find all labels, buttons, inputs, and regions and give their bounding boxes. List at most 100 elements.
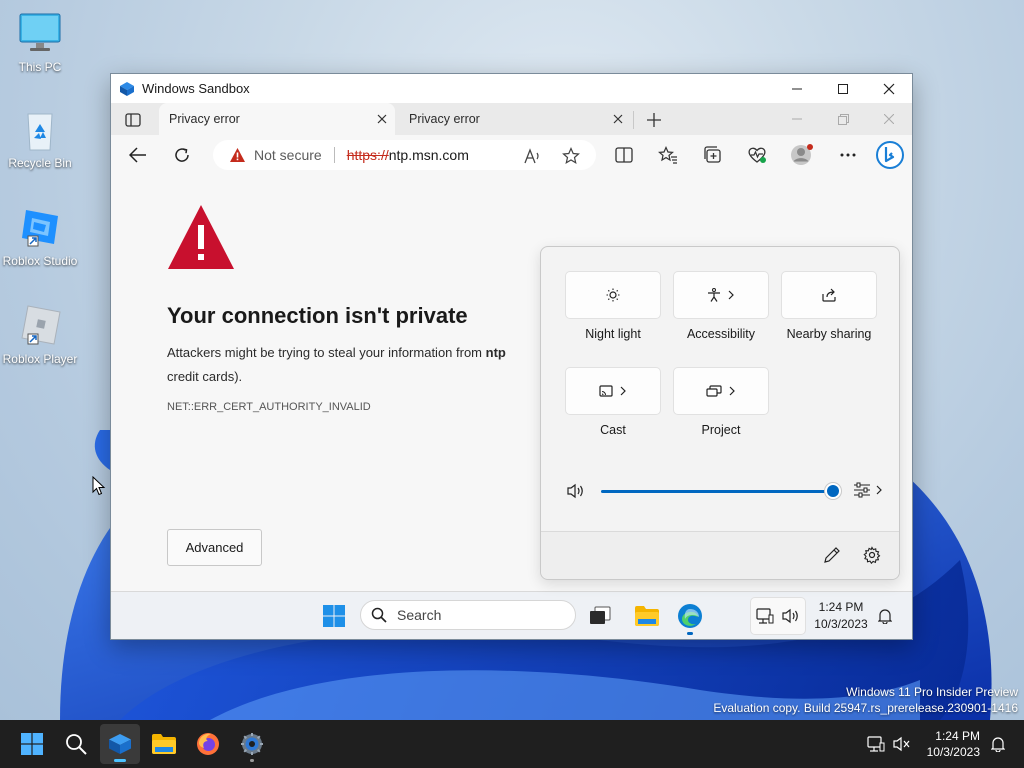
desktop-icon-this-pc[interactable]: This PC [0,10,80,74]
search-icon [371,607,387,623]
host-settings-button[interactable] [232,724,272,764]
close-icon [883,83,895,94]
all-settings-button[interactable] [863,546,883,566]
settings-and-more-button[interactable] [833,141,863,169]
host-firefox-button[interactable] [188,724,228,764]
profile-button[interactable] [787,141,817,169]
host-taskbar: 1:24 PM 10/3/2023 [0,720,1024,768]
tile-night-light[interactable]: Night light [565,271,661,341]
volume-slider-thumb[interactable] [827,485,839,497]
bell-icon [878,609,892,624]
desktop-icon-label: Recycle Bin [8,156,72,170]
security-status[interactable]: Not secure [254,147,322,163]
chevron-right-icon [729,386,735,396]
host-sandbox-button[interactable] [100,724,140,764]
browser-close-button[interactable] [866,107,912,131]
clock-date: 10/3/2023 [814,617,868,631]
tile-cast[interactable]: Cast [565,367,661,437]
clock-time: 1:24 PM [935,729,980,743]
desktop-icon-recycle-bin[interactable]: Recycle Bin [0,106,80,170]
mouse-cursor-icon [92,476,106,496]
address-bar[interactable]: Not secure https:// ntp.msn.com [213,140,596,170]
bing-copilot-button[interactable] [873,139,907,171]
running-indicator [114,759,126,762]
sandbox-title: Windows Sandbox [142,81,250,96]
desktop-icon-label: Roblox Player [2,352,78,366]
new-tab-button[interactable] [641,107,667,133]
quick-settings-footer [541,531,899,579]
error-title: Your connection isn't private [167,303,468,328]
tab-privacy-error-1[interactable]: Privacy error [159,103,395,135]
volume-icon[interactable] [567,483,585,499]
error-host-bold: ntp [485,345,506,360]
tile-nearby-sharing[interactable]: Nearby sharing [781,271,877,341]
sandbox-title-bar[interactable]: Windows Sandbox [111,74,912,103]
notifications-button[interactable] [869,600,901,632]
arrow-left-icon [129,147,146,163]
host-clock[interactable]: 1:24 PM 10/3/2023 [927,728,980,760]
search-icon [66,734,87,755]
maximize-icon [838,83,848,94]
edge-taskbar-button[interactable] [674,600,706,635]
url-scheme: https:// [346,147,389,163]
split-screen-button[interactable] [609,141,639,169]
desktop: This PC Recycle Bin Roblox Studio Roblox… [0,0,1024,720]
folder-icon [152,734,176,754]
host-notifications-button[interactable] [980,724,1016,764]
host-file-explorer-button[interactable] [144,724,184,764]
bell-icon [991,737,1005,752]
file-explorer-button[interactable] [631,600,663,632]
bing-icon [876,141,904,169]
evaluation-watermark: Windows 11 Pro Insider Preview Evaluatio… [713,684,1018,716]
favorites-icon [658,146,677,164]
host-search-button[interactable] [56,724,96,764]
error-description-text: Attackers might be trying to steal your … [167,345,486,360]
close-button[interactable] [866,74,912,103]
tab-actions-icon[interactable] [123,110,143,130]
read-aloud-button[interactable] [521,146,545,166]
volume-slider-track[interactable] [601,490,833,493]
tab-close-button[interactable] [369,106,395,132]
host-start-button[interactable] [12,724,52,764]
browser-toolbar: Not secure https:// ntp.msn.com [111,135,912,175]
share-icon [822,288,836,302]
tab-close-button[interactable] [605,106,631,132]
refresh-button[interactable] [167,141,197,169]
browser-restore-button[interactable] [820,107,866,131]
chevron-right-icon [728,290,734,300]
sandbox-clock[interactable]: 1:24 PM 10/3/2023 [811,599,871,633]
favorite-button[interactable] [559,146,583,166]
firefox-icon [197,733,219,755]
network-volume-tray[interactable] [750,597,806,635]
minimize-button[interactable] [774,74,820,103]
tab-strip: Privacy error Privacy error [111,103,912,135]
task-view-button[interactable] [584,600,616,632]
browser-minimize-button[interactable] [774,107,820,131]
advanced-button[interactable]: Advanced [167,529,262,566]
edit-quick-settings-button[interactable] [823,546,843,566]
task-view-icon [590,606,611,624]
collections-button[interactable] [698,141,728,169]
start-button[interactable] [318,600,350,632]
back-button[interactable] [123,141,153,169]
favorites-button[interactable] [653,141,683,169]
host-volume-button[interactable] [884,724,920,764]
tab-privacy-error-2[interactable]: Privacy error [399,103,631,135]
tile-project[interactable]: Project [673,367,769,437]
search-placeholder: Search [397,607,442,623]
volume-icon [782,608,798,624]
taskbar-search[interactable]: Search [360,600,576,630]
avatar-icon [791,144,813,165]
recycle-bin-icon [16,106,64,154]
maximize-button[interactable] [820,74,866,103]
error-code[interactable]: NET::ERR_CERT_AUTHORITY_INVALID [167,401,371,413]
browser-essentials-button[interactable] [742,141,772,169]
audio-output-button[interactable] [853,482,883,498]
tile-accessibility[interactable]: Accessibility [673,271,769,341]
sandbox-icon [120,81,134,96]
warning-icon [230,148,245,162]
desktop-icon-roblox-player[interactable]: Roblox Player [0,302,80,366]
network-icon [756,608,774,624]
windows-logo-icon [21,733,43,755]
desktop-icon-roblox-studio[interactable]: Roblox Studio [0,204,80,268]
